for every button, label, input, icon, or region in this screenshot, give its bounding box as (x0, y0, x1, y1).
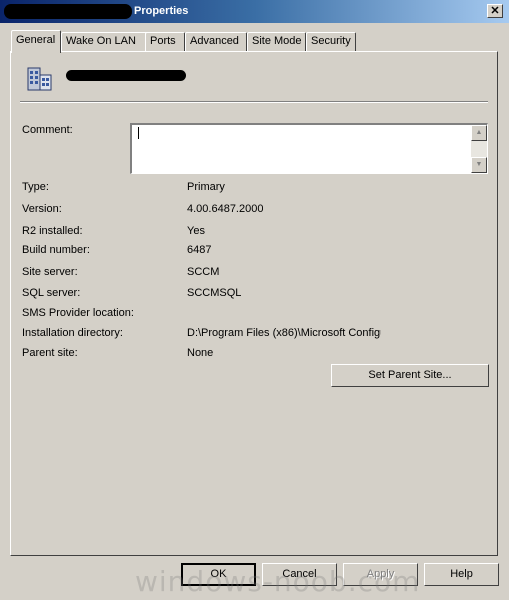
text-caret (138, 127, 139, 139)
version-label: Version: (22, 203, 62, 215)
window-title: Properties (134, 5, 189, 17)
close-button[interactable]: ✕ (487, 4, 503, 18)
installation-directory-label: Installation directory: (22, 327, 123, 339)
tab-advanced[interactable]: Advanced (185, 32, 247, 51)
tab-wake-on-lan[interactable]: Wake On LAN (61, 32, 151, 51)
type-value: Primary (187, 181, 225, 193)
redacted-title-text (4, 4, 132, 19)
sms-provider-location-label: SMS Provider location: (22, 307, 134, 319)
site-server-value: SCCM (187, 266, 220, 278)
build-number-value: 6487 (187, 244, 212, 256)
header-separator (20, 101, 488, 103)
apply-button[interactable]: Apply (343, 563, 418, 586)
installation-directory-value: D:\Program Files (x86)\Microsoft Configu (187, 327, 381, 339)
parent-site-label: Parent site: (22, 347, 78, 359)
tab-general[interactable]: General (11, 30, 61, 53)
cancel-button[interactable]: Cancel (262, 563, 337, 586)
build-number-label: Build number: (22, 244, 90, 256)
scroll-up-icon[interactable]: ▲ (471, 125, 487, 141)
r2-installed-value: Yes (187, 225, 205, 237)
tab-ports[interactable]: Ports (145, 32, 185, 51)
comment-label: Comment: (22, 124, 73, 136)
type-label: Type: (22, 181, 49, 193)
sql-server-value: SCCMSQL (187, 287, 242, 299)
parent-site-value: None (187, 347, 214, 359)
version-value: 4.00.6487.2000 (187, 203, 264, 215)
scroll-down-icon[interactable]: ▼ (471, 157, 487, 173)
ok-button[interactable]: OK (181, 563, 256, 586)
sql-server-label: SQL server: (22, 287, 81, 299)
help-button[interactable]: Help (424, 563, 499, 586)
tab-security[interactable]: Security (306, 32, 356, 51)
r2-installed-label: R2 installed: (22, 225, 83, 237)
site-server-label: Site server: (22, 266, 78, 278)
redacted-site-name (66, 70, 186, 81)
tab-site-mode[interactable]: Site Mode (247, 32, 306, 51)
site-server-icon (27, 67, 52, 91)
comment-scrollbar[interactable]: ▲ ▼ (471, 125, 487, 173)
title-bar: Properties ✕ (0, 0, 509, 23)
set-parent-site-button[interactable]: Set Parent Site... (331, 364, 489, 387)
comment-field[interactable]: ▲ ▼ (130, 123, 488, 174)
